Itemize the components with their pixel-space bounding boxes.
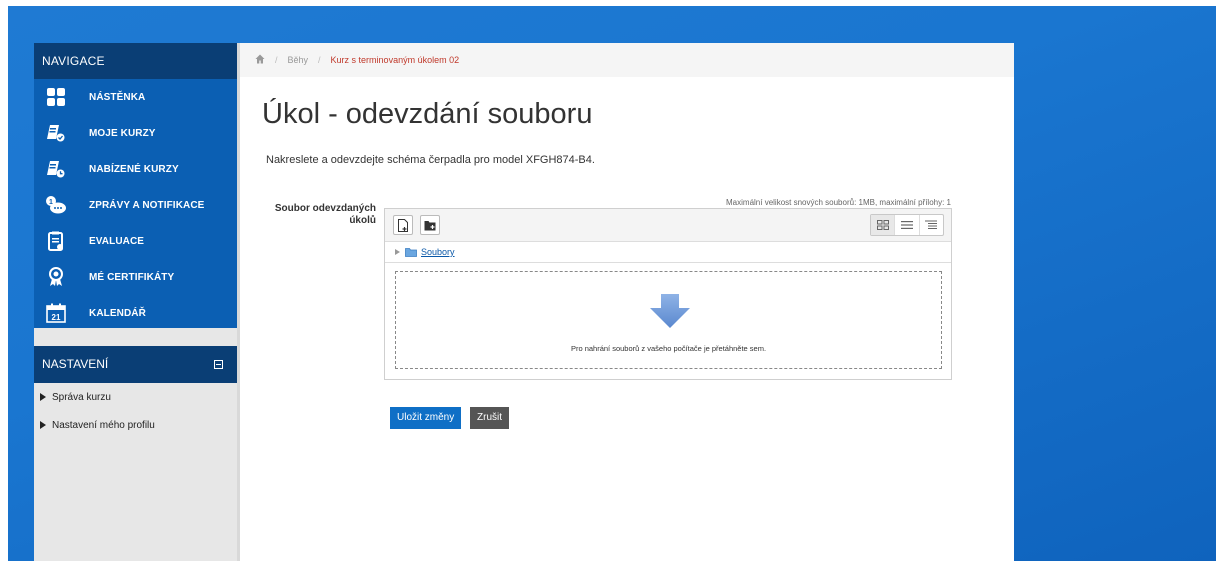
view-switcher: [870, 214, 944, 236]
file-field-label: Soubor odevzdaných úkolů: [274, 203, 376, 226]
navigation-header: NAVIGACE: [34, 43, 237, 79]
certificate-icon: [45, 266, 67, 288]
nav-item-messages[interactable]: 1 ZPRÁVY A NOTIFIKACE: [34, 187, 237, 223]
drop-zone-text: Pro nahrání souborů z vašeho počítače je…: [570, 344, 767, 353]
view-list-button[interactable]: [895, 215, 920, 235]
calendar-icon: 21: [45, 302, 67, 324]
folder-icon: [405, 247, 417, 257]
messages-icon: 1: [45, 194, 67, 216]
file-manager-path: Soubory: [385, 242, 951, 263]
my-courses-icon: [45, 122, 67, 144]
save-button[interactable]: Uložit změny: [390, 407, 462, 429]
expand-arrow-icon: [40, 393, 46, 401]
settings-header: NASTAVENÍ: [34, 346, 237, 383]
breadcrumb-separator: /: [318, 55, 321, 65]
list-view-icon: [900, 221, 913, 229]
settings-item-label: Správa kurzu: [52, 391, 111, 403]
nav-item-offered-courses[interactable]: NABÍZENÉ KURZY: [34, 151, 237, 187]
file-manager-toolbar: [385, 209, 951, 242]
settings-item-course-admin[interactable]: Správa kurzu: [34, 383, 237, 411]
tree-view-icon: [925, 220, 938, 229]
calendar-day: 21: [52, 313, 61, 322]
nav-item-my-courses[interactable]: MOJE KURZY: [34, 115, 237, 151]
cancel-button[interactable]: Zrušit: [470, 407, 509, 429]
path-link-files[interactable]: Soubory: [421, 247, 455, 257]
nav-item-label: EVALUACE: [89, 235, 145, 247]
file-manager: Soubory Pro nahrání souborů z vašeho poč…: [384, 208, 952, 380]
breadcrumb-item-current[interactable]: Kurz s terminovaným úkolem 02: [331, 55, 460, 65]
add-file-button[interactable]: [393, 215, 413, 235]
expand-arrow-icon: [395, 249, 400, 255]
view-tree-button[interactable]: [920, 215, 943, 235]
settings-list: Správa kurzu Nastavení mého profilu: [34, 383, 237, 439]
drop-zone[interactable]: Pro nahrání souborů z vašeho počítače je…: [395, 271, 942, 369]
collapse-icon[interactable]: [214, 360, 223, 369]
settings-header-label: NASTAVENÍ: [42, 357, 109, 371]
settings-item-profile[interactable]: Nastavení mého profilu: [34, 411, 237, 439]
add-file-icon: [398, 218, 408, 232]
main-content: / Běhy / Kurz s terminovaným úkolem 02 Ú…: [240, 43, 1014, 561]
settings-block: NASTAVENÍ Správa kurzu Nastavení mého pr…: [34, 346, 237, 439]
download-arrow-icon: [650, 294, 690, 328]
evaluation-icon: [45, 230, 67, 252]
page-title: Úkol - odevzdání souboru: [262, 98, 593, 130]
assignment-intro: Nakreslete a odevzdejte schéma čerpadla …: [266, 154, 595, 166]
nav-item-label: NÁSTĚNKA: [89, 91, 146, 103]
nav-item-label: ZPRÁVY A NOTIFIKACE: [89, 199, 205, 211]
create-folder-button[interactable]: [420, 215, 440, 235]
navigation-block: NAVIGACE NÁSTĚNKA MOJE KURZY NABÍZENÉ KU…: [34, 43, 237, 328]
nav-item-dashboard[interactable]: NÁSTĚNKA: [34, 79, 237, 115]
nav-item-label: KALENDÁŘ: [89, 307, 146, 319]
nav-item-certificates[interactable]: MÉ CERTIFIKÁTY: [34, 259, 237, 295]
breadcrumb: / Běhy / Kurz s terminovaným úkolem 02: [240, 43, 1014, 77]
offered-courses-icon: [45, 158, 67, 180]
view-icons-button[interactable]: [871, 215, 896, 235]
breadcrumb-item[interactable]: Běhy: [288, 55, 309, 65]
settings-item-label: Nastavení mého profilu: [52, 419, 155, 431]
nav-item-calendar[interactable]: 21 KALENDÁŘ: [34, 295, 237, 331]
breadcrumb-separator: /: [275, 55, 278, 65]
home-icon[interactable]: [255, 54, 265, 66]
nav-item-label: MOJE KURZY: [89, 127, 156, 139]
dashboard-icon: [45, 86, 67, 108]
nav-item-label: MÉ CERTIFIKÁTY: [89, 271, 175, 283]
max-size-info: Maximální velikost snových souborů: 1MB,…: [726, 198, 951, 207]
create-folder-icon: [424, 220, 436, 230]
expand-arrow-icon: [40, 421, 46, 429]
grid-view-icon: [876, 220, 889, 230]
nav-item-label: NABÍZENÉ KURZY: [89, 163, 179, 175]
nav-item-evaluation[interactable]: EVALUACE: [34, 223, 237, 259]
